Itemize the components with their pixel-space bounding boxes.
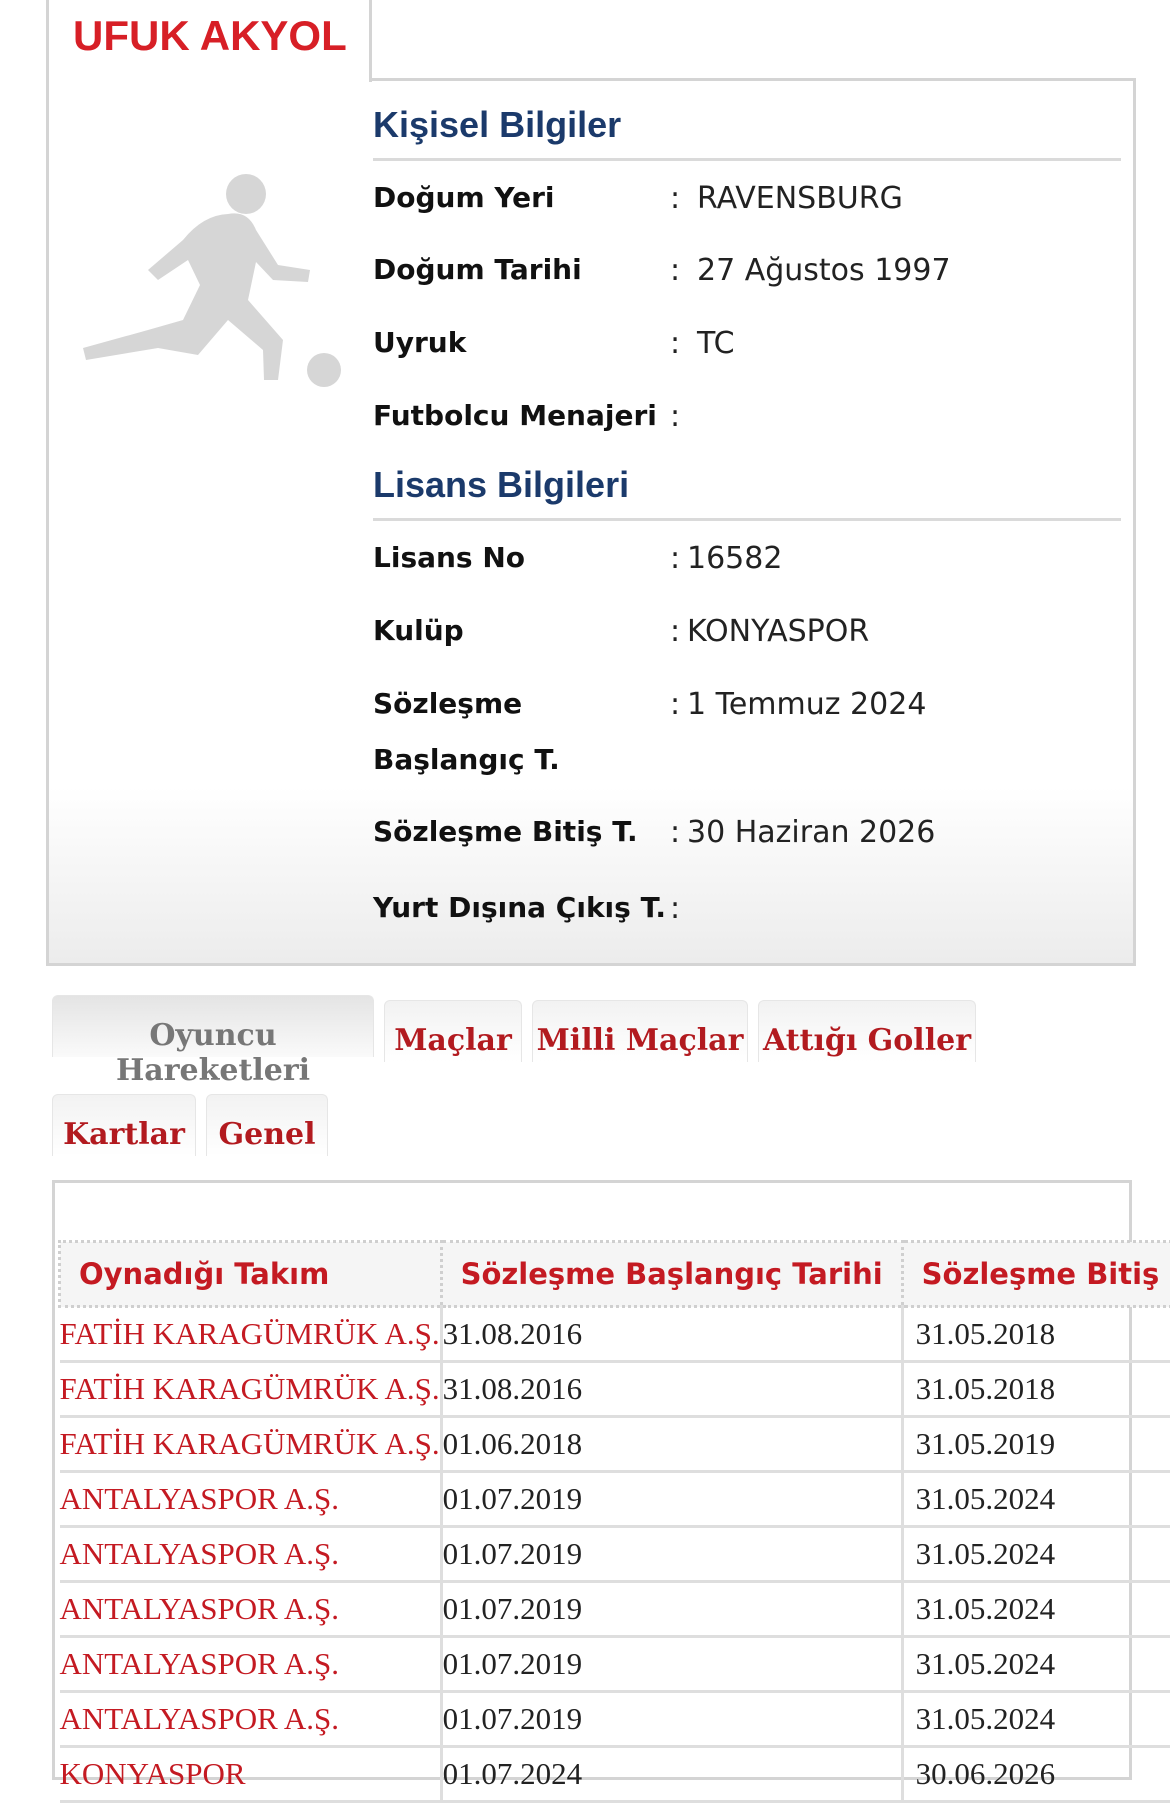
contract-start-value: 1 Temmuz 2024 <box>687 687 926 722</box>
separator: : <box>670 687 680 722</box>
license-info-title: Lisans Bilgileri <box>373 464 629 506</box>
team-cell[interactable]: ANTALYASPOR A.Ş. <box>60 1637 442 1692</box>
separator: : <box>670 891 680 926</box>
team-cell[interactable]: FATİH KARAGÜMRÜK A.Ş. <box>60 1307 442 1362</box>
team-cell[interactable]: FATİH KARAGÜMRÜK A.Ş. <box>60 1362 442 1417</box>
license-no-label: Lisans No <box>373 530 525 586</box>
contract-end-value: 30 Haziran 2026 <box>687 815 935 850</box>
table-row: FATİH KARAGÜMRÜK A.Ş. 31.08.2016 31.05.2… <box>60 1362 1170 1417</box>
separator: : <box>670 253 680 288</box>
end-date-cell: 31.05.2019 <box>902 1417 1170 1472</box>
team-cell[interactable]: FATİH KARAGÜMRÜK A.Ş. <box>60 1417 442 1472</box>
table-row: ANTALYASPOR A.Ş. 01.07.2019 31.05.2024 <box>60 1637 1170 1692</box>
end-date-cell: 31.05.2024 <box>902 1692 1170 1747</box>
birthplace-label: Doğum Yeri <box>373 170 554 226</box>
end-date-cell: 30.06.2026 <box>902 1747 1170 1802</box>
separator: : <box>670 326 680 361</box>
contract-end-label: Sözleşme Bitiş T. <box>373 804 638 860</box>
contract-start-label: Sözleşme Başlangıç T. <box>373 676 673 788</box>
table-row: ANTALYASPOR A.Ş. 01.07.2019 31.05.2024 <box>60 1582 1170 1637</box>
team-cell[interactable]: ANTALYASPOR A.Ş. <box>60 1692 442 1747</box>
table-row: ANTALYASPOR A.Ş. 01.07.2019 31.05.2024 <box>60 1692 1170 1747</box>
nationality-value: TC <box>697 326 735 361</box>
birthdate-label: Doğum Tarihi <box>373 242 582 298</box>
column-header-team[interactable]: Oynadığı Takım <box>60 1242 442 1307</box>
separator: : <box>670 614 680 649</box>
license-no-value: 16582 <box>687 541 782 576</box>
separator: : <box>670 815 680 850</box>
tab-matches[interactable]: Maçlar <box>384 1000 522 1062</box>
table-row: ANTALYASPOR A.Ş. 01.07.2019 31.05.2024 <box>60 1527 1170 1582</box>
table-row: ANTALYASPOR A.Ş. 01.07.2019 31.05.2024 <box>60 1472 1170 1527</box>
table-row: FATİH KARAGÜMRÜK A.Ş. 01.06.2018 31.05.2… <box>60 1417 1170 1472</box>
personal-info-title: Kişisel Bilgiler <box>373 104 621 146</box>
player-silhouette-icon <box>78 170 358 400</box>
table-row: KONYASPOR 01.07.2024 30.06.2026 <box>60 1747 1170 1802</box>
tab-cards[interactable]: Kartlar <box>52 1094 196 1156</box>
team-cell[interactable]: KONYASPOR <box>60 1747 442 1802</box>
start-date-cell: 01.07.2019 <box>441 1637 902 1692</box>
tab-general[interactable]: Genel <box>206 1094 328 1156</box>
table-row: FATİH KARAGÜMRÜK A.Ş. 31.08.2016 31.05.2… <box>60 1307 1170 1362</box>
section-divider <box>373 518 1121 521</box>
start-date-cell: 31.08.2016 <box>441 1307 902 1362</box>
tab-national-matches[interactable]: Milli Maçlar <box>532 1000 748 1062</box>
team-cell[interactable]: ANTALYASPOR A.Ş. <box>60 1472 442 1527</box>
start-date-cell: 01.07.2024 <box>441 1747 902 1802</box>
start-date-cell: 01.07.2019 <box>441 1527 902 1582</box>
player-name: UFUK AKYOL <box>73 12 347 60</box>
end-date-cell: 31.05.2024 <box>902 1527 1170 1582</box>
club-value: KONYASPOR <box>687 614 869 649</box>
team-cell[interactable]: ANTALYASPOR A.Ş. <box>60 1527 442 1582</box>
nationality-label: Uyruk <box>373 315 466 371</box>
tab-player-movements[interactable]: Oyuncu Hareketleri <box>52 995 374 1057</box>
start-date-cell: 31.08.2016 <box>441 1362 902 1417</box>
separator: : <box>670 541 680 576</box>
end-date-cell: 31.05.2018 <box>902 1362 1170 1417</box>
start-date-cell: 01.07.2019 <box>441 1692 902 1747</box>
transfers-table: Oynadığı Takım Sözleşme Başlangıç Tarihi… <box>58 1240 1170 1803</box>
player-name-tab: UFUK AKYOL <box>46 0 372 82</box>
start-date-cell: 01.07.2019 <box>441 1472 902 1527</box>
separator: : <box>670 399 680 434</box>
section-divider <box>373 158 1121 161</box>
birthdate-value: 27 Ağustos 1997 <box>697 253 951 288</box>
column-header-start-date[interactable]: Sözleşme Başlangıç Tarihi <box>441 1242 902 1307</box>
separator: : <box>670 181 680 216</box>
column-header-end-date[interactable]: Sözleşme Bitiş <box>902 1242 1170 1307</box>
end-date-cell: 31.05.2024 <box>902 1472 1170 1527</box>
end-date-cell: 31.05.2024 <box>902 1637 1170 1692</box>
tab-goals[interactable]: Attığı Goller <box>758 1000 976 1062</box>
start-date-cell: 01.06.2018 <box>441 1417 902 1472</box>
start-date-cell: 01.07.2019 <box>441 1582 902 1637</box>
end-date-cell: 31.05.2018 <box>902 1307 1170 1362</box>
end-date-cell: 31.05.2024 <box>902 1582 1170 1637</box>
table-header-row: Oynadığı Takım Sözleşme Başlangıç Tarihi… <box>60 1242 1170 1307</box>
birthplace-value: RAVENSBURG <box>697 181 903 216</box>
club-label: Kulüp <box>373 603 464 659</box>
team-cell[interactable]: ANTALYASPOR A.Ş. <box>60 1582 442 1637</box>
agent-label: Futbolcu Menajeri <box>373 388 657 444</box>
abroad-exit-label: Yurt Dışına Çıkış T. <box>373 880 666 936</box>
